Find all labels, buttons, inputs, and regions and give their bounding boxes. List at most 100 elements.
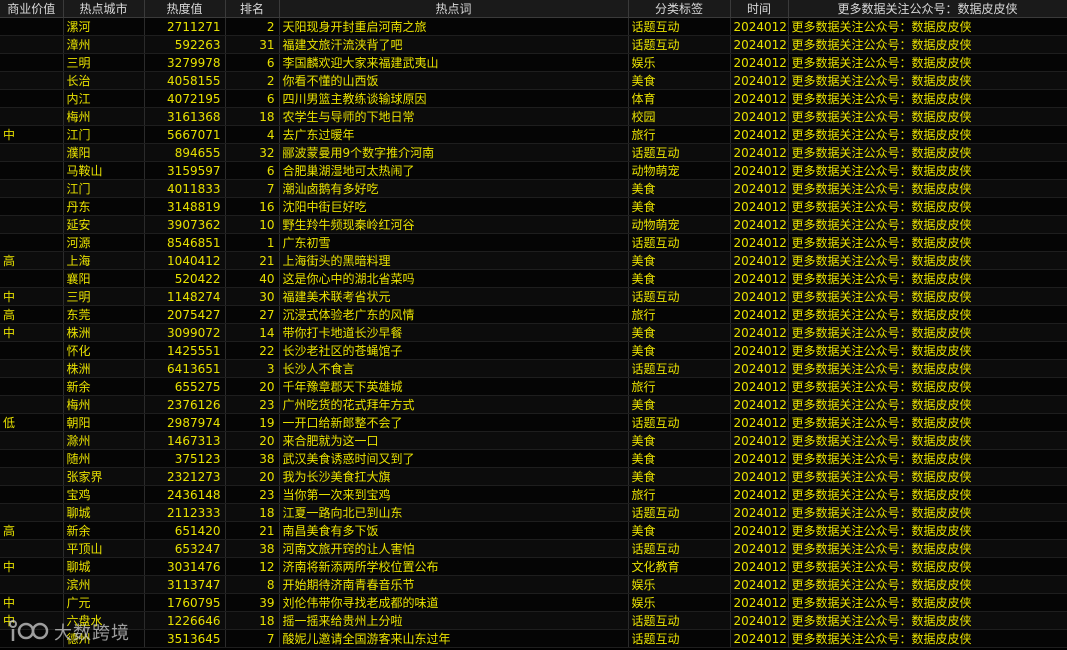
cell-topic[interactable]: 农学生与导师的下地日常 (279, 107, 629, 126)
cell-city[interactable]: 滨州 (63, 575, 145, 594)
cell-business-value[interactable]: 中 (0, 323, 64, 342)
cell-time[interactable]: 20240122 (730, 89, 789, 108)
cell-topic[interactable]: 去广东过暖年 (279, 125, 629, 144)
table-row[interactable]: 宝鸡243614823当你第一次来到宝鸡旅行20240122更多数据关注公众号：… (0, 485, 1067, 504)
cell-business-value[interactable] (0, 215, 64, 234)
table-row[interactable]: 滁州146731320来合肥就为这一口美食20240122更多数据关注公众号：数… (0, 431, 1067, 450)
table-row[interactable]: 中江门56670714去广东过暖年旅行20240122更多数据关注公众号：数据皮… (0, 125, 1067, 144)
cell-heat[interactable]: 2436148 (144, 485, 226, 504)
cell-topic[interactable]: 当你第一次来到宝鸡 (279, 485, 629, 504)
cell-category[interactable]: 娱乐 (628, 53, 731, 72)
cell-city[interactable]: 延安 (63, 215, 145, 234)
table-row[interactable]: 张家界232127320我为长沙美食扛大旗美食20240122更多数据关注公众号… (0, 467, 1067, 486)
cell-more[interactable]: 更多数据关注公众号：数据皮皮侠 (788, 467, 1067, 486)
cell-heat[interactable]: 2112333 (144, 503, 226, 522)
cell-business-value[interactable] (0, 341, 64, 360)
cell-rank[interactable]: 27 (225, 305, 280, 324)
cell-topic[interactable]: 广州吃货的花式拜年方式 (279, 395, 629, 414)
cell-rank[interactable]: 10 (225, 215, 280, 234)
cell-more[interactable]: 更多数据关注公众号：数据皮皮侠 (788, 269, 1067, 288)
cell-more[interactable]: 更多数据关注公众号：数据皮皮侠 (788, 611, 1067, 630)
cell-heat[interactable]: 894655 (144, 143, 226, 162)
cell-business-value[interactable] (0, 629, 64, 648)
cell-category[interactable]: 话题互动 (628, 413, 731, 432)
cell-heat[interactable]: 4058155 (144, 71, 226, 90)
cell-business-value[interactable] (0, 53, 64, 72)
table-row[interactable]: 聊城211233318江夏一路向北已到山东话题互动20240122更多数据关注公… (0, 503, 1067, 522)
table-row[interactable]: 梅州237612623广州吃货的花式拜年方式美食20240122更多数据关注公众… (0, 395, 1067, 414)
cell-topic[interactable]: 你看不懂的山西饭 (279, 71, 629, 90)
cell-business-value[interactable] (0, 359, 64, 378)
cell-more[interactable]: 更多数据关注公众号：数据皮皮侠 (788, 629, 1067, 648)
cell-more[interactable]: 更多数据关注公众号：数据皮皮侠 (788, 485, 1067, 504)
cell-category[interactable]: 话题互动 (628, 233, 731, 252)
cell-rank[interactable]: 21 (225, 521, 280, 540)
cell-city[interactable]: 聊城 (63, 503, 145, 522)
cell-rank[interactable]: 14 (225, 323, 280, 342)
cell-city[interactable]: 上海 (63, 251, 145, 270)
cell-more[interactable]: 更多数据关注公众号：数据皮皮侠 (788, 431, 1067, 450)
cell-rank[interactable]: 2 (225, 17, 280, 36)
cell-city[interactable]: 株洲 (63, 323, 145, 342)
cell-time[interactable]: 20240122 (730, 125, 789, 144)
cell-city[interactable]: 濮阳 (63, 143, 145, 162)
cell-rank[interactable]: 18 (225, 107, 280, 126)
cell-business-value[interactable] (0, 467, 64, 486)
cell-topic[interactable]: 河南文旅开窍的让人害怕 (279, 539, 629, 558)
cell-category[interactable]: 美食 (628, 179, 731, 198)
cell-category[interactable]: 美食 (628, 395, 731, 414)
cell-rank[interactable]: 1 (225, 233, 280, 252)
cell-category[interactable]: 话题互动 (628, 539, 731, 558)
cell-city[interactable]: 平顶山 (63, 539, 145, 558)
cell-more[interactable]: 更多数据关注公众号：数据皮皮侠 (788, 539, 1067, 558)
cell-business-value[interactable]: 中 (0, 593, 64, 612)
cell-heat[interactable]: 6413651 (144, 359, 226, 378)
table-row[interactable]: 延安390736210野生羚牛频现秦岭红河谷动物萌宠20240122更多数据关注… (0, 215, 1067, 234)
table-row[interactable]: 低朝阳298797419一开口给新郎整不会了话题互动20240122更多数据关注… (0, 413, 1067, 432)
cell-heat[interactable]: 2711271 (144, 17, 226, 36)
cell-time[interactable]: 20240122 (730, 629, 789, 648)
cell-city[interactable]: 梅州 (63, 107, 145, 126)
cell-rank[interactable]: 30 (225, 287, 280, 306)
table-row[interactable]: 丹东314881916沈阳中街巨好吃美食20240122更多数据关注公众号：数据… (0, 197, 1067, 216)
column-header-heat[interactable]: 热度值 (144, 0, 226, 18)
cell-city[interactable]: 广元 (63, 593, 145, 612)
cell-more[interactable]: 更多数据关注公众号：数据皮皮侠 (788, 125, 1067, 144)
cell-topic[interactable]: 李国麟欢迎大家来福建武夷山 (279, 53, 629, 72)
cell-business-value[interactable] (0, 575, 64, 594)
cell-time[interactable]: 20240122 (730, 575, 789, 594)
cell-heat[interactable]: 3099072 (144, 323, 226, 342)
cell-city[interactable]: 怀化 (63, 341, 145, 360)
table-row[interactable]: 德州35136457酸妮儿邀请全国游客来山东过年话题互动20240122更多数据… (0, 629, 1067, 648)
cell-topic[interactable]: 这是你心中的湖北省菜吗 (279, 269, 629, 288)
cell-category[interactable]: 娱乐 (628, 575, 731, 594)
cell-business-value[interactable] (0, 197, 64, 216)
cell-city[interactable]: 德州 (63, 629, 145, 648)
cell-city[interactable]: 丹东 (63, 197, 145, 216)
cell-category[interactable]: 美食 (628, 467, 731, 486)
cell-heat[interactable]: 2376126 (144, 395, 226, 414)
cell-more[interactable]: 更多数据关注公众号：数据皮皮侠 (788, 251, 1067, 270)
cell-more[interactable]: 更多数据关注公众号：数据皮皮侠 (788, 341, 1067, 360)
cell-heat[interactable]: 3513645 (144, 629, 226, 648)
cell-city[interactable]: 滁州 (63, 431, 145, 450)
cell-topic[interactable]: 广东初雪 (279, 233, 629, 252)
cell-more[interactable]: 更多数据关注公众号：数据皮皮侠 (788, 593, 1067, 612)
cell-category[interactable]: 美食 (628, 341, 731, 360)
cell-more[interactable]: 更多数据关注公众号：数据皮皮侠 (788, 161, 1067, 180)
cell-topic[interactable]: 南昌美食有多下饭 (279, 521, 629, 540)
column-header-topic[interactable]: 热点词 (279, 0, 629, 18)
cell-topic[interactable]: 四川男篮主教练谈输球原因 (279, 89, 629, 108)
cell-category[interactable]: 话题互动 (628, 611, 731, 630)
cell-rank[interactable]: 6 (225, 89, 280, 108)
cell-time[interactable]: 20240122 (730, 143, 789, 162)
cell-rank[interactable]: 6 (225, 53, 280, 72)
table-row[interactable]: 马鞍山31595976合肥巢湖湿地可太热闹了动物萌宠20240122更多数据关注… (0, 161, 1067, 180)
cell-category[interactable]: 娱乐 (628, 593, 731, 612)
cell-more[interactable]: 更多数据关注公众号：数据皮皮侠 (788, 197, 1067, 216)
cell-more[interactable]: 更多数据关注公众号：数据皮皮侠 (788, 233, 1067, 252)
cell-business-value[interactable] (0, 107, 64, 126)
cell-category[interactable]: 旅行 (628, 305, 731, 324)
table-row[interactable]: 江门40118337潮汕卤鹅有多好吃美食20240122更多数据关注公众号：数据… (0, 179, 1067, 198)
cell-business-value[interactable]: 中 (0, 557, 64, 576)
